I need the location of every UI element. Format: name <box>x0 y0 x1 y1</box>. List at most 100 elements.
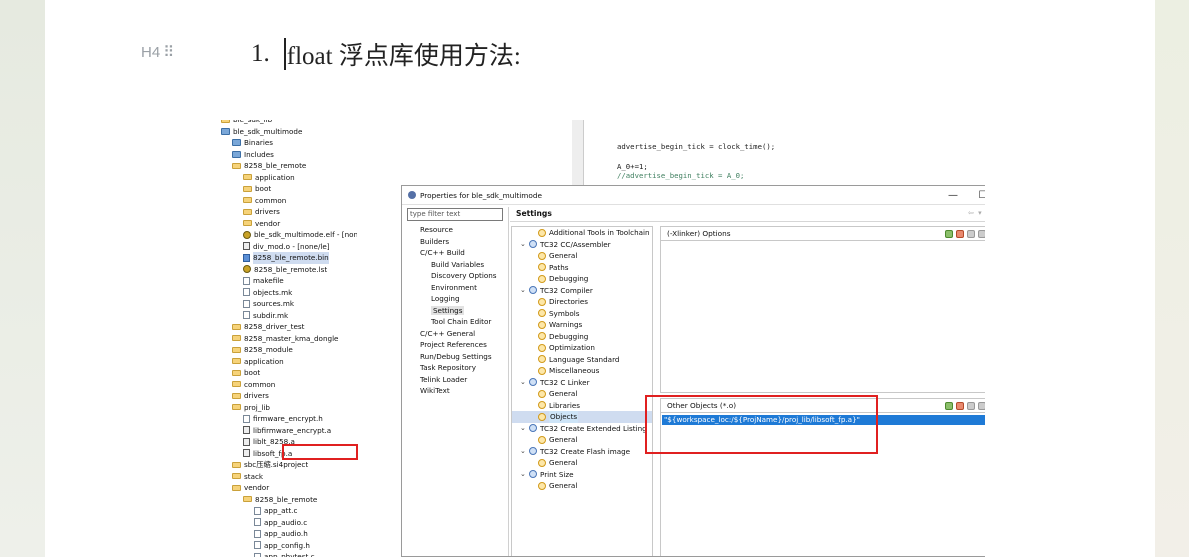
add-icon[interactable] <box>945 401 953 410</box>
tool-item[interactable]: Objects <box>512 411 652 423</box>
splitter[interactable] <box>508 207 509 556</box>
tool-group[interactable]: ⌄ TC32 Compiler <box>512 285 652 297</box>
chevron-down-icon[interactable]: ⌄ <box>520 446 529 458</box>
tree-item[interactable]: div_mod.o - [none/le] <box>221 241 357 253</box>
tool-item[interactable]: Symbols <box>512 308 652 320</box>
nav-item[interactable]: Telink Loader <box>407 374 507 386</box>
tree-item[interactable]: 8258_ble_remote <box>221 160 357 172</box>
tool-item[interactable]: Optimization <box>512 342 652 354</box>
delete-icon[interactable] <box>956 401 964 410</box>
chevron-down-icon[interactable]: ⌄ <box>520 377 529 389</box>
tree-item[interactable]: app_phytest.c <box>221 551 357 557</box>
tree-item[interactable]: stack <box>221 471 357 483</box>
tool-item[interactable]: Debugging <box>512 273 652 285</box>
nav-item[interactable]: Resource <box>407 224 507 236</box>
nav-item[interactable]: Run/Debug Settings <box>407 351 507 363</box>
tree-item[interactable]: 8258_ble_remote <box>221 494 357 506</box>
tree-item[interactable]: application <box>221 172 357 184</box>
tree-item[interactable]: drivers <box>221 206 357 218</box>
tree-item[interactable]: boot <box>221 367 357 379</box>
tool-item[interactable]: General <box>512 457 652 469</box>
nav-item[interactable]: Environment <box>407 282 507 294</box>
tree-item[interactable]: subdir.mk <box>221 310 357 322</box>
tree-item[interactable]: app_config.h <box>221 540 357 552</box>
tool-group[interactable]: ⌄ Print Size <box>512 469 652 481</box>
drag-handle-icon[interactable]: ⠿ <box>163 43 174 61</box>
tool-item[interactable]: Language Standard <box>512 354 652 366</box>
nav-item[interactable]: C/C++ Build <box>407 247 507 259</box>
tool-item[interactable]: Additional Tools in Toolchain <box>512 227 652 239</box>
move-up-icon[interactable] <box>978 401 985 410</box>
nav-item[interactable]: C/C++ General <box>407 328 507 340</box>
tree-item[interactable]: ble_sdk_multimode <box>221 126 357 138</box>
tree-item[interactable]: makefile <box>221 275 357 287</box>
tool-item[interactable]: Directories <box>512 296 652 308</box>
tree-item[interactable]: app_att.c <box>221 505 357 517</box>
tree-item[interactable]: Includes <box>221 149 357 161</box>
tree-item[interactable]: 8258_module <box>221 344 357 356</box>
tool-group[interactable]: ⌄ TC32 Create Flash image <box>512 446 652 458</box>
history-nav-buttons[interactable]: ⇦ ▾ ⇨ ▾ ▾ <box>968 209 985 217</box>
tree-item[interactable]: app_audio.h <box>221 528 357 540</box>
tool-group[interactable]: ⌄ TC32 C Linker <box>512 377 652 389</box>
embedded-screenshot[interactable]: ble_sdk_libble_sdk_multimodeBinariesIncl… <box>221 120 985 557</box>
tree-item[interactable]: common <box>221 379 357 391</box>
nav-item[interactable]: Discovery Options <box>407 270 507 282</box>
nav-item[interactable]: Logging <box>407 293 507 305</box>
tool-item[interactable]: General <box>512 250 652 262</box>
tree-item[interactable]: firmware_encrypt.h <box>221 413 357 425</box>
tool-item[interactable]: General <box>512 388 652 400</box>
tree-item[interactable]: libfirmware_encrypt.a <box>221 425 357 437</box>
tree-item[interactable]: common <box>221 195 357 207</box>
tool-icon <box>529 470 537 479</box>
tree-item[interactable]: vendor <box>221 482 357 494</box>
filter-input[interactable]: type filter text <box>407 208 503 221</box>
tree-item[interactable]: vendor <box>221 218 357 230</box>
chevron-down-icon[interactable]: ⌄ <box>520 239 529 251</box>
edit-icon[interactable] <box>967 229 975 238</box>
chevron-down-icon[interactable]: ⌄ <box>520 285 529 297</box>
heading-text[interactable]: float 浮点库使用方法: <box>287 36 521 72</box>
tool-item[interactable]: General <box>512 434 652 446</box>
tool-item[interactable]: Debugging <box>512 331 652 343</box>
tool-item[interactable]: Miscellaneous <box>512 365 652 377</box>
nav-item[interactable]: Settings <box>407 305 507 317</box>
nav-item[interactable]: Project References <box>407 339 507 351</box>
tree-item[interactable]: application <box>221 356 357 368</box>
tree-item[interactable]: app_audio.c <box>221 517 357 529</box>
minimize-button[interactable]: — <box>938 190 968 201</box>
move-up-icon[interactable] <box>978 229 985 238</box>
chevron-down-icon[interactable]: ⌄ <box>520 423 529 435</box>
nav-item[interactable]: Task Repository <box>407 362 507 374</box>
delete-icon[interactable] <box>956 229 964 238</box>
tree-item[interactable]: drivers <box>221 390 357 402</box>
nav-item[interactable]: Builders <box>407 236 507 248</box>
maximize-button[interactable]: ☐ <box>968 190 985 201</box>
tree-item[interactable]: 8258_driver_test <box>221 321 357 333</box>
tree-item[interactable]: 8258_ble_remote.lst <box>221 264 357 276</box>
tree-item[interactable]: ble_sdk_multimode.elf - [none <box>221 229 357 241</box>
edit-icon[interactable] <box>967 401 975 410</box>
heading-level-marker[interactable]: H4 ⠿ <box>141 43 174 62</box>
tool-group[interactable]: ⌄ TC32 Create Extended Listing <box>512 423 652 435</box>
tree-item[interactable]: 8258_master_kma_dongle <box>221 333 357 345</box>
tool-item[interactable]: Paths <box>512 262 652 274</box>
nav-item[interactable]: Tool Chain Editor <box>407 316 507 328</box>
tree-item[interactable]: proj_lib <box>221 402 357 414</box>
tool-item[interactable]: Libraries <box>512 400 652 412</box>
tool-item[interactable]: Warnings <box>512 319 652 331</box>
tree-item[interactable]: sources.mk <box>221 298 357 310</box>
chevron-down-icon[interactable]: ⌄ <box>520 469 529 481</box>
tree-item[interactable]: objects.mk <box>221 287 357 299</box>
tool-group[interactable]: ⌄ TC32 CC/Assembler <box>512 239 652 251</box>
tree-item[interactable]: boot <box>221 183 357 195</box>
heading-block[interactable]: 1. float 浮点库使用方法: <box>251 36 521 72</box>
add-icon[interactable] <box>945 229 953 238</box>
nav-item[interactable]: WikiText <box>407 385 507 397</box>
tree-item[interactable]: 8258_ble_remote.bin <box>221 252 357 264</box>
nav-item[interactable]: Build Variables <box>407 259 507 271</box>
header-file-icon <box>254 529 261 538</box>
tool-item[interactable]: General <box>512 480 652 492</box>
tree-item[interactable]: sbc压缩.si4project <box>221 459 357 471</box>
tree-item[interactable]: Binaries <box>221 137 357 149</box>
